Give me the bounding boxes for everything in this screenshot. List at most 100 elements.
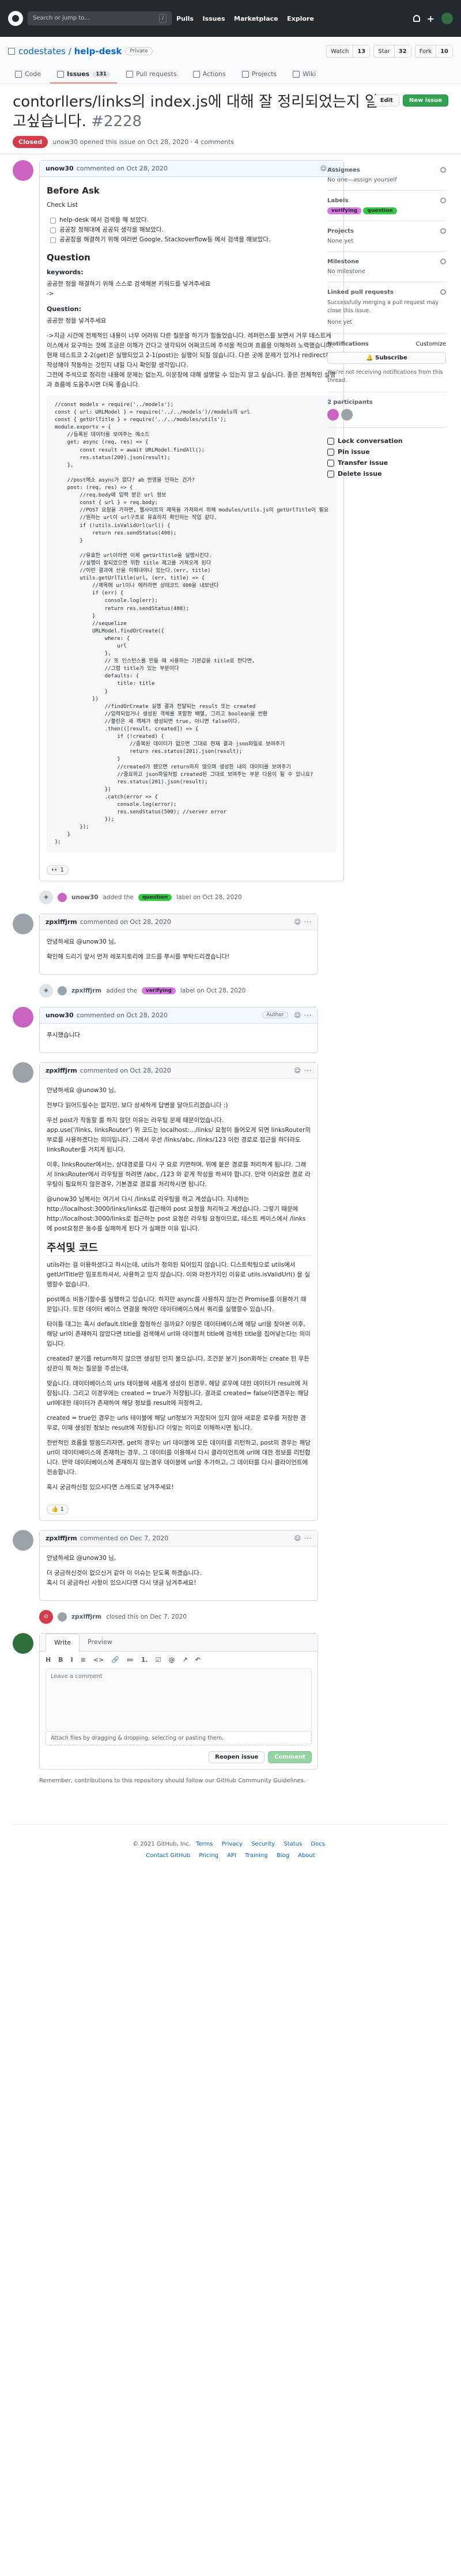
comment-textarea[interactable]: Leave a comment — [46, 1668, 312, 1732]
label-verifying[interactable]: verifying — [141, 987, 176, 994]
comment-author[interactable]: zpxlffjrm — [46, 918, 77, 926]
comment-time[interactable]: commented on Dec 7, 2020 — [80, 1535, 168, 1542]
footer-link-training[interactable]: Training — [245, 1853, 267, 1859]
tab-issues[interactable]: Issues 131 — [50, 66, 117, 84]
footer-link-security[interactable]: Security — [251, 1841, 275, 1847]
event-actor[interactable]: unow30 — [71, 894, 98, 901]
participant-avatar[interactable] — [327, 409, 339, 421]
transfer-issue-action[interactable]: Transfer issue — [327, 459, 446, 467]
italic-icon[interactable]: I — [71, 1656, 73, 1664]
avatar[interactable] — [13, 1006, 33, 1028]
comment-button[interactable]: Comment — [268, 1751, 312, 1763]
label-question[interactable]: question — [363, 207, 397, 214]
comment-author[interactable]: zpxlffjrm — [46, 1067, 77, 1074]
comment-time[interactable]: commented on Oct 28, 2020 — [80, 1067, 171, 1074]
footer-link-docs[interactable]: Docs — [311, 1841, 325, 1847]
reaction-thumbs-up[interactable]: 👍 1 — [47, 1504, 69, 1514]
fork-count[interactable]: 10 — [436, 46, 452, 57]
avatar[interactable] — [58, 892, 67, 902]
tab-pull-requests[interactable]: Pull requests — [119, 66, 184, 84]
footer-link-contact[interactable]: Contact GitHub — [146, 1853, 190, 1859]
checkbox[interactable] — [50, 237, 56, 243]
linked-prs-section[interactable]: Linked pull requests Successfully merging… — [327, 282, 446, 334]
comment-time[interactable]: commented on Oct 28, 2020 — [77, 165, 168, 172]
reopen-issue-button[interactable]: Reopen issue — [209, 1751, 265, 1763]
nav-explore[interactable]: Explore — [287, 15, 314, 22]
gear-icon[interactable] — [440, 228, 446, 234]
milestone-section[interactable]: Milestone No milestone — [327, 252, 446, 282]
avatar[interactable] — [58, 986, 67, 995]
more-options-icon[interactable]: ☺ ··· — [294, 1535, 312, 1542]
projects-section[interactable]: Projects None yet — [327, 221, 446, 252]
nav-issues[interactable]: Issues — [202, 15, 225, 22]
gear-icon[interactable] — [440, 198, 446, 203]
tab-actions[interactable]: Actions — [186, 66, 233, 84]
subscribe-button[interactable]: 🔔 Subscribe — [327, 352, 446, 364]
event-actor[interactable]: zpxlffjrm — [71, 1613, 101, 1620]
github-logo-icon[interactable] — [8, 11, 23, 26]
gear-icon[interactable] — [440, 167, 446, 173]
notifications-bell-icon[interactable] — [413, 15, 420, 22]
mention-icon[interactable]: @ — [168, 1656, 175, 1664]
avatar[interactable] — [13, 1632, 33, 1654]
star-button[interactable]: Star 32 — [373, 45, 411, 58]
repo-name[interactable]: codestates / help-desk — [18, 46, 122, 56]
checkbox[interactable] — [50, 217, 56, 223]
footer-link-status[interactable]: Status — [284, 1841, 302, 1847]
bulleted-list-icon[interactable]: ≔ — [127, 1656, 134, 1664]
link-icon[interactable]: 🔗 — [111, 1656, 119, 1664]
user-avatar[interactable] — [441, 13, 453, 24]
task-list-icon[interactable]: ☑ — [156, 1656, 161, 1664]
avatar[interactable] — [13, 1062, 33, 1083]
repo-owner-link[interactable]: codestates — [18, 46, 66, 56]
search-input[interactable]: Search or jump to... / — [28, 12, 172, 25]
pin-issue-action[interactable]: Pin issue — [327, 448, 446, 456]
avatar[interactable] — [13, 913, 33, 934]
heading-icon[interactable]: H — [46, 1656, 51, 1664]
saved-replies-icon[interactable]: ↶ — [195, 1656, 201, 1664]
gear-icon[interactable] — [440, 259, 446, 264]
nav-pulls[interactable]: Pulls — [176, 15, 194, 22]
event-actor[interactable]: zpxlffjrm — [71, 987, 101, 994]
checkbox[interactable] — [50, 227, 56, 233]
participant-avatar[interactable] — [341, 409, 353, 421]
new-issue-button[interactable]: New issue — [402, 94, 448, 107]
assignees-value[interactable]: No one—assign yourself — [327, 177, 446, 183]
avatar[interactable] — [58, 1612, 67, 1622]
avatar[interactable] — [13, 160, 33, 181]
assignees-section[interactable]: Assignees No one—assign yourself — [327, 160, 446, 191]
more-options-icon[interactable]: ☺ ··· — [294, 1067, 312, 1074]
tab-code[interactable]: Code — [8, 66, 48, 84]
edit-button[interactable]: Edit — [373, 94, 399, 107]
footer-link-pricing[interactable]: Pricing — [199, 1853, 218, 1859]
tab-wiki[interactable]: Wiki — [286, 66, 323, 84]
labels-section[interactable]: Labels verifying question — [327, 191, 446, 221]
footer-link-blog[interactable]: Blog — [277, 1853, 289, 1859]
footer-link-about[interactable]: About — [298, 1853, 315, 1859]
avatar[interactable] — [13, 1529, 33, 1551]
tab-projects[interactable]: Projects — [235, 66, 284, 84]
footer-link-terms[interactable]: Terms — [196, 1841, 213, 1847]
more-options-icon[interactable]: ☺ ··· — [294, 918, 312, 926]
quote-icon[interactable]: ≡ — [81, 1656, 86, 1664]
create-new-plus-icon[interactable]: + — [427, 13, 434, 24]
watch-button[interactable]: Watch 13 — [326, 45, 371, 58]
customize-link[interactable]: Customize — [416, 341, 447, 347]
repo-name-link[interactable]: help-desk — [74, 46, 122, 56]
star-count[interactable]: 32 — [394, 46, 411, 57]
code-icon[interactable]: <> — [93, 1656, 104, 1664]
gear-icon[interactable] — [440, 289, 446, 295]
fork-button[interactable]: Fork 10 — [414, 45, 453, 58]
delete-issue-action[interactable]: Delete issue — [327, 470, 446, 478]
cross-reference-icon[interactable]: ↗ — [182, 1656, 187, 1664]
nav-marketplace[interactable]: Marketplace — [234, 15, 278, 22]
footer-link-privacy[interactable]: Privacy — [222, 1841, 243, 1847]
reaction-thumbs-up[interactable]: 👀 1 — [47, 865, 69, 875]
attach-files-area[interactable]: Attach files by dragging & dropping, sel… — [46, 1731, 312, 1745]
comment-author[interactable]: zpxlffjrm — [46, 1535, 77, 1542]
comment-author[interactable]: unow30 — [46, 165, 74, 172]
lock-conversation-action[interactable]: Lock conversation — [327, 437, 446, 445]
tab-preview[interactable]: Preview — [80, 1634, 120, 1651]
watch-count[interactable]: 13 — [353, 46, 370, 57]
comment-time[interactable]: commented on Oct 28, 2020 — [80, 918, 171, 926]
